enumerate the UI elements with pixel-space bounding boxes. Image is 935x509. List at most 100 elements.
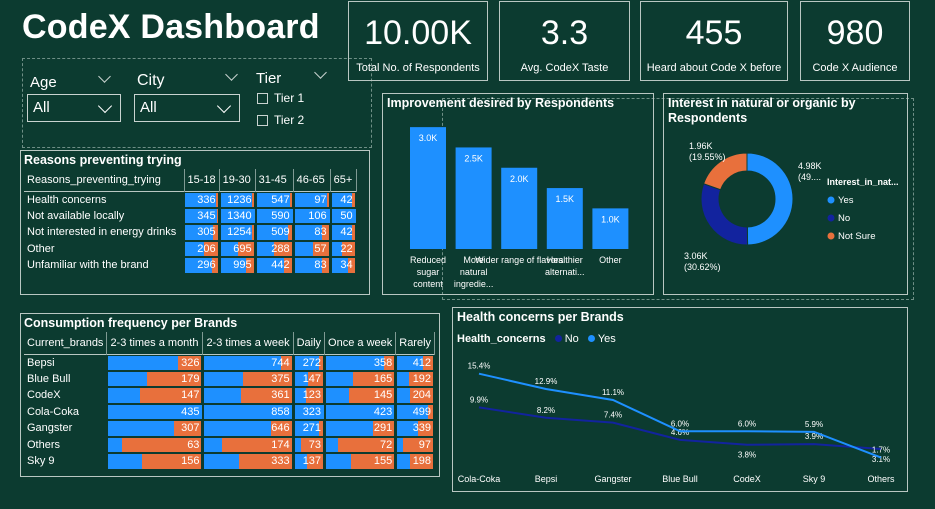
x-axis-label: Sky 9 [803,474,826,484]
matrix-cell[interactable]: 375 [202,370,294,387]
matrix-cell[interactable]: 499 [395,403,436,420]
age-dropdown[interactable]: All [27,94,121,122]
matrix-cell[interactable]: 137 [293,453,326,470]
matrix-row[interactable]: Cola-Coka 435 858 323 423 499 [24,403,436,420]
matrix-cell[interactable]: 590 [255,207,294,224]
matrix-cell[interactable]: 83 [293,257,331,274]
matrix-cell[interactable]: 83 [293,224,331,241]
matrix-cell[interactable]: 42 [330,190,357,208]
kpi-card-respondents[interactable]: 10.00K Total No. of Respondents [348,1,488,81]
matrix-cell[interactable]: 147 [106,387,204,404]
kpi-label: Total No. of Respondents [356,62,480,74]
matrix-cell[interactable]: 435 [106,403,204,420]
matrix-cell[interactable]: 296 [184,257,220,274]
matrix-cell[interactable]: 995 [219,257,256,274]
matrix-row[interactable]: Gangster 307 646 271 291 339 [24,420,436,437]
matrix-cell[interactable]: 145 [324,387,397,404]
kpi-card-taste[interactable]: 3.3 Avg. CodeX Taste [499,1,630,81]
matrix-cell[interactable]: 73 [293,436,326,453]
matrix-cell[interactable]: 509 [255,224,294,241]
city-dropdown[interactable]: All [134,94,240,122]
matrix-column-header[interactable]: Once a week [324,332,397,354]
matrix-cell[interactable]: 858 [202,403,294,420]
matrix-cell[interactable]: 155 [324,453,397,470]
matrix-row-header[interactable]: Current_brands [24,332,108,354]
matrix-row[interactable]: Others 63 174 73 72 97 [24,436,436,453]
matrix-cell[interactable]: 198 [395,453,436,470]
matrix-column-header[interactable]: Daily [293,332,326,354]
matrix-cell[interactable]: 336 [184,190,220,208]
matrix-cell[interactable]: 206 [184,240,220,257]
matrix-cell[interactable]: 22 [330,240,357,257]
matrix-cell[interactable]: 204 [395,387,436,404]
matrix-cell[interactable]: 345 [184,207,220,224]
matrix-cell[interactable]: 179 [106,370,204,387]
kpi-card-heard[interactable]: 455 Heard about Code X before [640,1,788,81]
matrix-cell[interactable]: 147 [293,370,326,387]
matrix-row[interactable]: CodeX 147 361 123 145 204 [24,387,436,404]
matrix-row-header[interactable]: Reasons_preventing_trying [24,169,185,191]
matrix-cell[interactable]: 271 [293,420,326,437]
matrix-row[interactable]: Not available locally 345 1340 590 106 50 [24,207,357,224]
matrix-cell[interactable]: 272 [293,353,326,371]
matrix-cell[interactable]: 106 [293,207,331,224]
matrix-cell[interactable]: 339 [395,420,436,437]
line-data-label: 6.0% [738,419,756,428]
cell-value: 323 [302,405,322,418]
matrix-cell[interactable]: 1340 [219,207,256,224]
matrix-cell[interactable]: 323 [293,403,326,420]
matrix-cell[interactable]: 1236 [219,190,256,208]
improvement-chart-card: Improvement desired by Respondents 3.0K R… [382,93,654,295]
tier-1-checkbox[interactable] [257,93,268,104]
matrix-cell[interactable]: 291 [324,420,397,437]
matrix-cell[interactable]: 192 [395,370,436,387]
matrix-cell[interactable]: 123 [293,387,326,404]
matrix-cell[interactable]: 695 [219,240,256,257]
matrix-cell[interactable]: 423 [324,403,397,420]
matrix-cell[interactable]: 744 [202,353,294,371]
matrix-cell[interactable]: 50 [330,207,357,224]
matrix-row[interactable]: Sky 9 156 333 137 155 198 [24,453,436,470]
matrix-column-header[interactable]: 2-3 times a month [106,332,204,354]
matrix-column-header[interactable]: 46-65 [293,169,331,191]
matrix-row[interactable]: Other 206 695 288 57 22 [24,240,357,257]
matrix-cell[interactable]: 307 [106,420,204,437]
cell-value: 361 [271,389,290,402]
matrix-cell[interactable]: 165 [324,370,397,387]
matrix-cell[interactable]: 288 [255,240,294,257]
tier-2-checkbox[interactable] [257,115,268,126]
matrix-row[interactable]: Unfamiliar with the brand 296 995 442 83 34 [24,257,357,274]
matrix-column-header[interactable]: 65+ [330,169,357,191]
matrix-cell[interactable]: 156 [106,453,204,470]
matrix-cell[interactable]: 34 [330,257,357,274]
matrix-cell[interactable]: 305 [184,224,220,241]
matrix-cell[interactable]: 174 [202,436,294,453]
donut-value-label: 1.96K [689,141,713,151]
matrix-cell[interactable]: 442 [255,257,294,274]
matrix-column-header[interactable]: Rarely [395,332,436,354]
matrix-cell[interactable]: 1254 [219,224,256,241]
matrix-row[interactable]: Not interested in energy drinks 305 1254 50… [24,224,357,241]
matrix-row[interactable]: Health concerns 336 1236 547 97 42 [24,190,357,208]
matrix-cell[interactable]: 361 [202,387,294,404]
matrix-column-header[interactable]: 15-18 [184,169,220,191]
matrix-cell[interactable]: 63 [106,436,204,453]
matrix-cell[interactable]: 646 [202,420,294,437]
matrix-column-header[interactable]: 31-45 [255,169,294,191]
matrix-cell[interactable]: 326 [106,353,204,371]
kpi-card-audience[interactable]: 980 Code X Audience [800,1,910,81]
matrix-cell[interactable]: 72 [324,436,397,453]
matrix-cell[interactable]: 97 [395,436,436,453]
matrix-cell[interactable]: 412 [395,353,436,371]
cell-value: 97 [314,193,327,206]
matrix-column-header[interactable]: 19-30 [219,169,256,191]
matrix-cell[interactable]: 42 [330,224,357,241]
matrix-column-header[interactable]: 2-3 times a week [202,332,294,354]
matrix-cell[interactable]: 57 [293,240,331,257]
matrix-cell[interactable]: 358 [324,353,397,371]
matrix-cell[interactable]: 547 [255,190,294,208]
matrix-row[interactable]: Blue Bull 179 375 147 165 192 [24,370,436,387]
matrix-cell[interactable]: 333 [202,453,294,470]
matrix-row[interactable]: Bepsi 326 744 272 358 412 [24,353,436,371]
matrix-cell[interactable]: 97 [293,190,331,208]
